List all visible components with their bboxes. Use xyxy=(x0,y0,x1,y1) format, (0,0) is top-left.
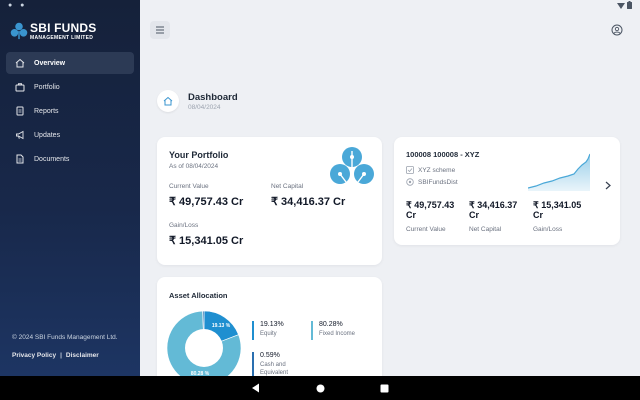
battery-icon xyxy=(627,1,632,9)
recents-icon xyxy=(380,384,388,392)
sidebar-item-overview[interactable]: Overview xyxy=(6,52,134,74)
menu-button[interactable] xyxy=(150,21,170,39)
legend-fixed-income: 80.28% Fixed Income xyxy=(311,321,355,340)
distributor-row: SBIFundsDist xyxy=(406,178,458,186)
sidebar-footer: © 2024 SBI Funds Management Ltd. Privacy… xyxy=(12,333,132,360)
sidebar-item-updates[interactable]: Updates xyxy=(6,124,134,146)
document-icon xyxy=(14,105,26,117)
brand-subtitle: MANAGEMENT LIMITED xyxy=(30,35,94,41)
sidebar-nav: Overview Portfolio Reports Updates Docum… xyxy=(6,52,134,172)
back-icon xyxy=(251,383,259,393)
legend-name: Cash and Equivalent xyxy=(260,362,289,376)
gain-loss-label: Gain/Loss xyxy=(169,222,199,229)
distributor-icon xyxy=(406,178,414,186)
system-nav-bar xyxy=(0,376,640,400)
megaphone-icon xyxy=(14,129,26,141)
brand-name: SBI FUNDS xyxy=(30,21,97,35)
current-value: ₹ 49,757.43 Cr xyxy=(169,196,244,208)
scheme-name: XYZ scheme xyxy=(418,166,456,174)
sidebar-item-portfolio[interactable]: Portfolio xyxy=(6,76,134,98)
legend-pct: 19.13% xyxy=(260,321,284,328)
recents-button[interactable] xyxy=(372,376,396,400)
legend-cash: 0.59% Cash and Equivalent xyxy=(252,352,302,376)
privacy-policy-link[interactable]: Privacy Policy xyxy=(12,351,56,360)
brand-logo[interactable]: SBI FUNDS MANAGEMENT LIMITED xyxy=(10,18,130,44)
current-value-label: Current Value xyxy=(169,183,209,190)
portfolio-as-of: As of 08/04/2024 xyxy=(169,163,219,170)
portfolio-card[interactable]: Your Portfolio As of 08/04/2024 Current … xyxy=(157,137,382,265)
donut-label-equity: 19.13 % xyxy=(212,323,231,329)
distributor-name: SBIFundsDist xyxy=(418,178,458,186)
legend-equity: 19.13% Equity xyxy=(252,321,284,340)
sbi-clover-logo xyxy=(10,22,28,40)
scheme-current-value: ₹ 49,757.43 Cr xyxy=(406,200,455,220)
copyright-text: © 2024 SBI Funds Management Ltd. xyxy=(12,334,118,341)
scheme-title: 100008 100008 - XYZ xyxy=(406,150,480,159)
allocation-donut-chart: 19.13 % 80.28 % xyxy=(166,310,242,386)
legend-name: Equity xyxy=(260,331,277,337)
file-icon xyxy=(14,153,26,165)
legend-pct: 0.59% xyxy=(260,352,280,359)
scheme-gain-loss: ₹ 15,341.05 Cr xyxy=(533,200,582,220)
status-icons xyxy=(616,1,632,11)
sidebar: SBI FUNDS MANAGEMENT LIMITED Overview Po… xyxy=(0,0,140,376)
briefcase-icon xyxy=(14,81,26,93)
home-icon xyxy=(163,96,173,106)
checkbox-icon xyxy=(406,166,414,174)
home-nav-button[interactable] xyxy=(308,376,332,400)
status-indicators: ● ● xyxy=(8,2,28,9)
chevron-right-icon xyxy=(605,181,611,189)
scheme-sparkline xyxy=(528,153,590,191)
scheme-name-row: XYZ scheme xyxy=(406,166,455,174)
scheme-current-value-label: Current Value xyxy=(406,226,446,233)
dashboard-home-button[interactable] xyxy=(157,90,179,112)
scheme-gain-loss-label: Gain/Loss xyxy=(533,226,563,233)
asset-allocation-title: Asset Allocation xyxy=(169,291,228,300)
portfolio-title: Your Portfolio xyxy=(169,150,229,160)
sidebar-item-label: Documents xyxy=(34,155,70,163)
page-date: 08/04/2024 xyxy=(188,104,221,111)
home-circle-icon xyxy=(316,384,324,392)
scheme-card[interactable]: 100008 100008 - XYZ XYZ scheme SBIFundsD… xyxy=(394,137,620,245)
legend-name: Fixed Income xyxy=(319,331,356,337)
sbi-clover-illustration xyxy=(330,147,374,191)
status-bar: ● ● xyxy=(0,0,640,12)
asset-allocation-card: Asset Allocation 19.13 % 80.28 % 19.13% … xyxy=(157,277,382,387)
scheme-next-button[interactable] xyxy=(603,179,613,191)
home-icon xyxy=(14,57,26,69)
menu-icon xyxy=(156,26,164,34)
profile-icon xyxy=(611,24,623,36)
scheme-net-capital: ₹ 34,416.37 Cr xyxy=(469,200,518,220)
back-button[interactable] xyxy=(243,376,267,400)
sidebar-item-documents[interactable]: Documents xyxy=(6,148,134,170)
net-capital: ₹ 34,416.37 Cr xyxy=(271,196,346,208)
wifi-icon xyxy=(616,3,625,9)
scheme-net-capital-label: Net Capital xyxy=(469,226,502,233)
sidebar-item-label: Portfolio xyxy=(34,83,60,91)
sidebar-item-label: Updates xyxy=(34,131,61,139)
footer-separator: | xyxy=(60,352,62,359)
page-title: Dashboard xyxy=(188,92,238,103)
net-capital-label: Net Capital xyxy=(271,183,304,190)
sidebar-item-reports[interactable]: Reports xyxy=(6,100,134,122)
gain-loss: ₹ 15,341.05 Cr xyxy=(169,235,244,247)
sidebar-item-label: Reports xyxy=(34,107,59,115)
disclaimer-link[interactable]: Disclaimer xyxy=(66,351,99,360)
profile-button[interactable] xyxy=(609,22,625,38)
sidebar-item-label: Overview xyxy=(34,59,66,67)
legend-pct: 80.28% xyxy=(319,321,343,328)
